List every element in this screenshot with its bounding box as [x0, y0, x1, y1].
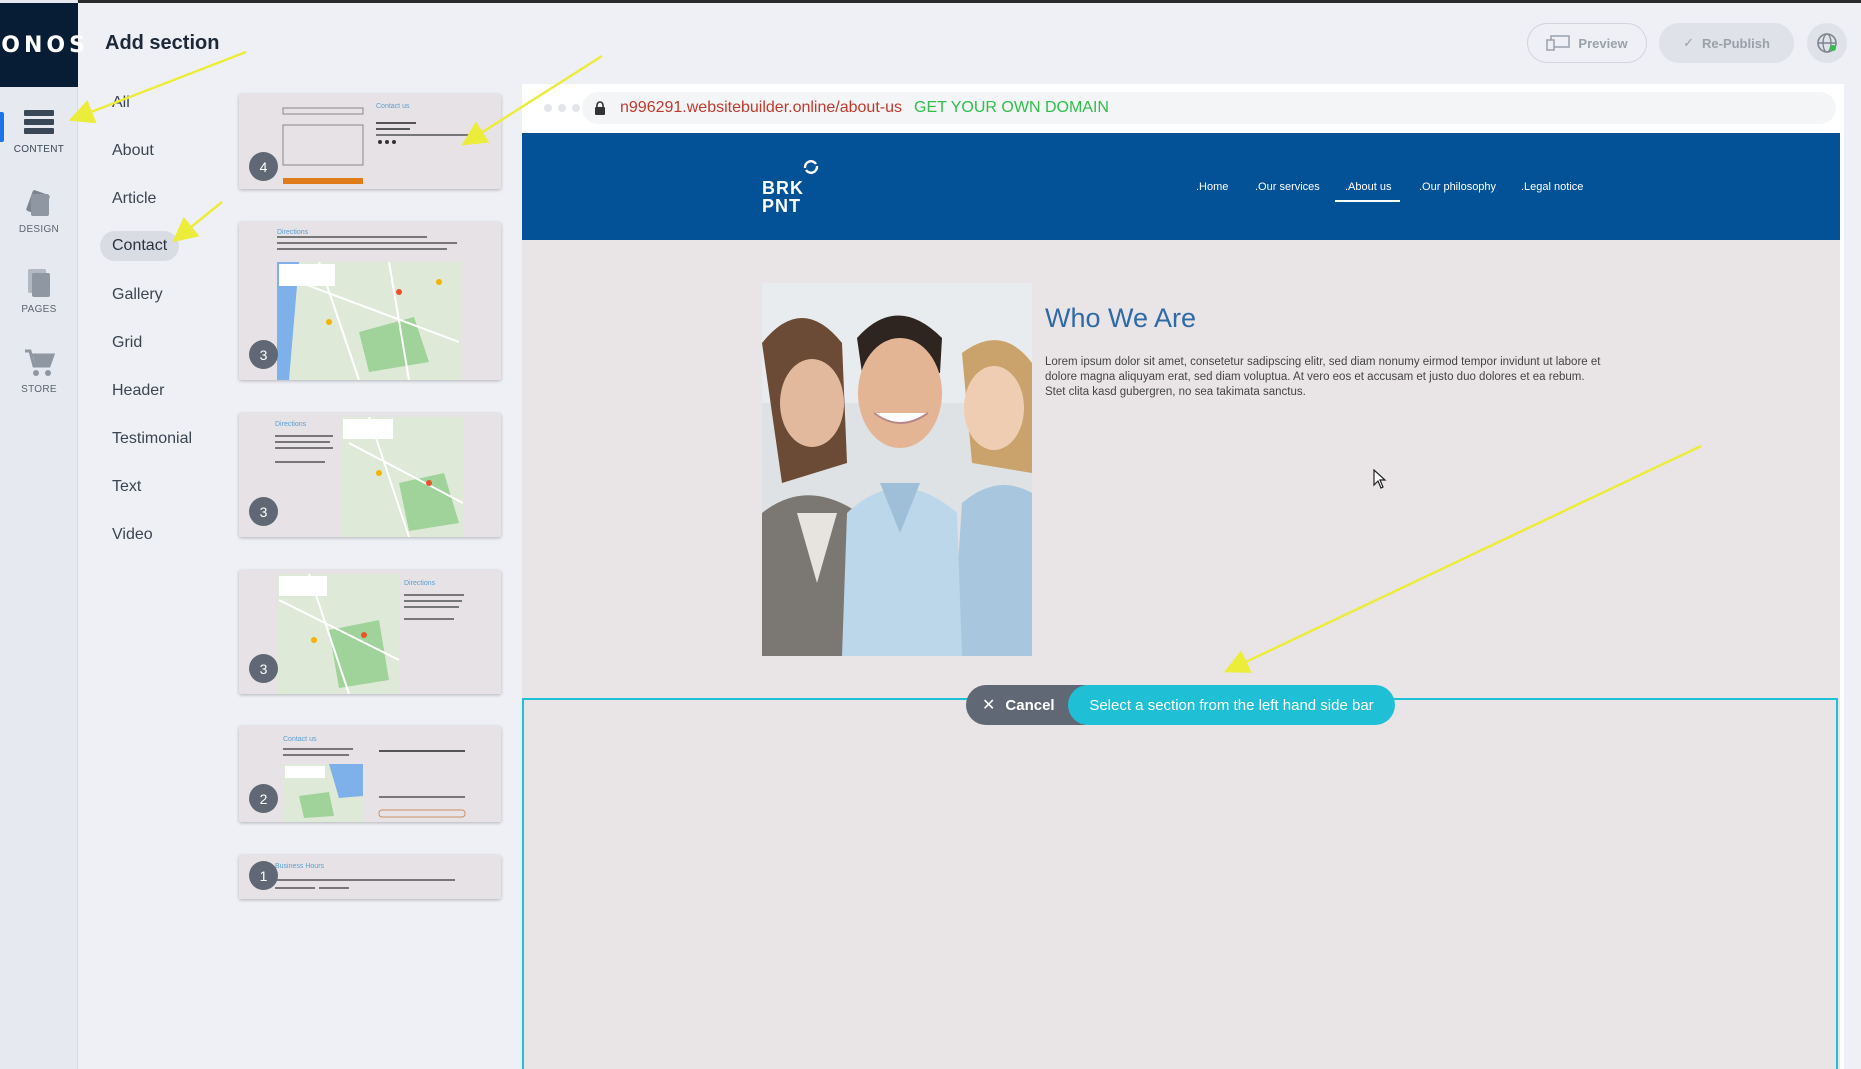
refresh-logo-icon — [803, 160, 819, 174]
nav-our-philosophy[interactable]: .Our philosophy — [1419, 181, 1496, 193]
thumbnail-heading: Contact us — [283, 736, 317, 743]
rail-label: PAGES — [21, 304, 57, 315]
section-thumbnail[interactable]: Directions 3 — [239, 570, 501, 694]
layout-count-badge: 4 — [249, 152, 278, 181]
contact-map-preview — [283, 748, 466, 822]
ionos-logo: IONOS — [0, 3, 85, 87]
checkmark-icon: ✓ — [1683, 35, 1694, 50]
logo-line-1: BRK — [762, 178, 804, 198]
rail-label: CONTENT — [13, 144, 65, 155]
nav-active-underline — [1335, 200, 1400, 202]
republish-button[interactable]: ✓ Re-Publish — [1659, 23, 1794, 63]
rail-item-pages[interactable]: PAGES — [0, 264, 78, 332]
design-icon — [26, 190, 50, 216]
mouse-cursor-icon — [1373, 469, 1387, 489]
left-rail: IONOS CONTENT DESIGN PAGES STORE — [0, 0, 85, 1069]
section-body-text[interactable]: Lorem ipsum dolor sit amet, consetetur s… — [1045, 355, 1605, 400]
contact-form-preview — [282, 107, 476, 184]
map-preview — [275, 416, 464, 537]
category-text[interactable]: Text — [100, 472, 153, 502]
thumbnail-heading: Directions — [277, 229, 309, 236]
panel-title: Add section — [105, 32, 220, 54]
site-logo[interactable]: BRK PNT — [762, 179, 804, 215]
team-photo[interactable] — [762, 283, 1032, 656]
section-drop-zone[interactable] — [522, 698, 1838, 1069]
rail-item-store[interactable]: STORE — [0, 344, 78, 412]
globe-icon — [1817, 33, 1837, 53]
thumbnail-heading: Business Hours — [275, 863, 325, 870]
hours-preview — [275, 879, 455, 889]
cancel-label: Cancel — [1005, 696, 1055, 714]
map-preview — [277, 573, 464, 694]
nav-home[interactable]: .Home — [1196, 181, 1228, 193]
section-thumbnail[interactable]: Contact us 4 — [239, 94, 501, 189]
section-thumbnail[interactable]: Directions 3 — [239, 222, 501, 380]
site-header[interactable]: BRK PNT .Home .Our services .About us .O… — [522, 133, 1840, 240]
category-video[interactable]: Video — [100, 520, 165, 550]
devices-icon — [1546, 35, 1571, 51]
category-all[interactable]: All — [100, 88, 142, 118]
section-heading[interactable]: Who We Are — [1045, 303, 1196, 334]
layout-count-badge: 1 — [249, 861, 278, 890]
insert-hint-text: Select a section from the left hand side… — [1089, 696, 1374, 714]
rail-label: STORE — [21, 384, 57, 395]
category-about[interactable]: About — [100, 136, 166, 166]
nav-our-services[interactable]: .Our services — [1255, 181, 1320, 193]
layout-count-badge: 3 — [249, 340, 278, 369]
republish-label: Re-Publish — [1702, 35, 1770, 51]
nav-about-us[interactable]: .About us — [1345, 181, 1391, 193]
website-canvas: BRK PNT .Home .Our services .About us .O… — [522, 133, 1840, 1069]
layout-count-badge: 3 — [249, 654, 278, 683]
map-preview — [277, 236, 462, 380]
site-url: n996291.websitebuilder.online/about-us — [620, 99, 902, 116]
logo-line-2: PNT — [762, 196, 801, 216]
close-icon: ✕ — [982, 697, 996, 714]
category-header[interactable]: Header — [100, 376, 176, 406]
category-article[interactable]: Article — [100, 184, 168, 214]
get-domain-link[interactable]: GET YOUR OWN DOMAIN — [914, 99, 1109, 117]
preview-button[interactable]: Preview — [1527, 23, 1647, 63]
thumbnail-heading: Directions — [275, 421, 307, 428]
address-bar: n996291.websitebuilder.online/about-us G… — [582, 92, 1836, 124]
category-grid[interactable]: Grid — [100, 328, 154, 358]
category-testimonial[interactable]: Testimonial — [100, 424, 204, 454]
section-thumbnail[interactable]: Contact us 2 — [239, 726, 501, 822]
site-preview-frame: n996291.websitebuilder.online/about-us G… — [522, 84, 1844, 1069]
thumbnail-heading: Directions — [404, 580, 436, 587]
lock-icon — [595, 101, 605, 115]
layout-count-badge: 3 — [249, 497, 278, 526]
category-contact[interactable]: Contact — [100, 231, 180, 261]
section-thumbnail[interactable]: Directions 3 — [239, 413, 501, 537]
nav-legal-notice[interactable]: .Legal notice — [1521, 181, 1583, 193]
team-photo-illustration — [762, 283, 1032, 656]
preview-label: Preview — [1578, 35, 1628, 51]
thumbnail-heading: Contact us — [376, 103, 410, 110]
window-top-border — [0, 0, 1861, 3]
store-icon — [25, 349, 55, 376]
pages-icon — [28, 269, 50, 297]
rail-item-design[interactable]: DESIGN — [0, 184, 78, 252]
category-gallery[interactable]: Gallery — [100, 280, 175, 310]
language-button[interactable] — [1807, 23, 1847, 63]
rail-item-content[interactable]: CONTENT — [0, 104, 78, 172]
section-thumbnail[interactable]: Business Hours 1 — [239, 855, 501, 899]
layout-count-badge: 2 — [249, 784, 278, 813]
content-icon — [24, 110, 54, 134]
rail-label: DESIGN — [18, 224, 60, 235]
arrow-to-contact — [172, 201, 223, 243]
window-dots — [544, 104, 580, 112]
insert-hint-pill: Select a section from the left hand side… — [1068, 685, 1395, 725]
